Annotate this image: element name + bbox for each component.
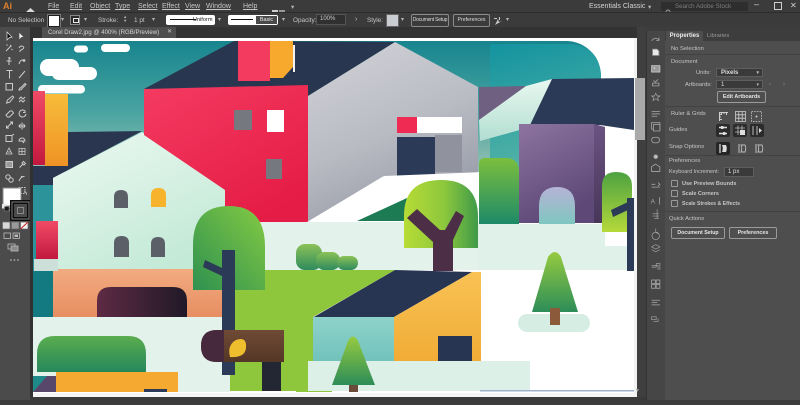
svg-text:A: A <box>651 199 656 206</box>
